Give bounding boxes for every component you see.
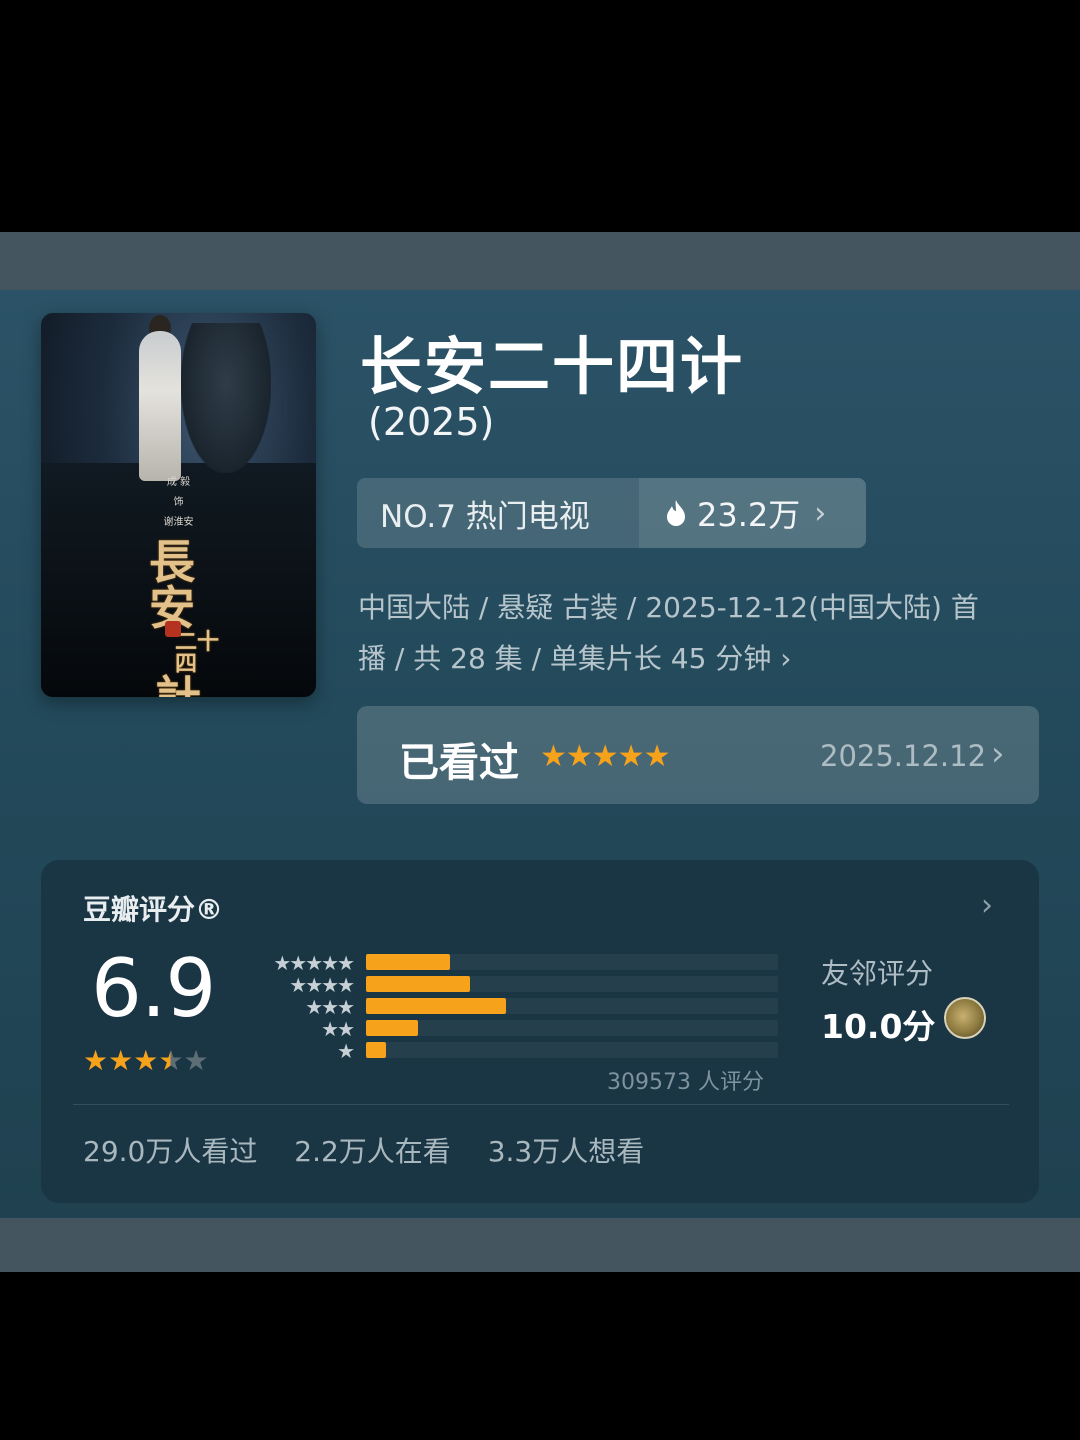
watched-date: 2025.12.12 [820,739,987,773]
poster-image[interactable]: 成 毅 饰 谢淮安 長安 二十四 計 [41,313,316,697]
rank-pill[interactable]: NO.7 热门电视 23.2万 › [357,478,866,548]
star-label-1: ★ [337,1039,355,1063]
rating-stars: ★★★★★ [83,1044,209,1077]
movie-year: (2025) [368,400,495,444]
movie-meta[interactable]: 中国大陆 / 悬疑 古装 / 2025-12-12(中国大陆) 首 播 / 共 … [358,582,1048,684]
bar-1-star [366,1042,386,1058]
bar-5-star [366,954,450,970]
poster-calligraphy: 長安 二十四 計 [149,535,220,697]
rating-score: 6.9 [91,942,216,1035]
chevron-right-icon: › [991,734,1005,774]
watched-status-button[interactable]: 已看过 ★★★★★ 2025.12.12 › [357,706,1039,804]
stat-wish[interactable]: 3.3万人想看 [488,1135,645,1168]
bottom-band [0,1218,1080,1272]
bar-track [366,976,778,992]
poster-figure [139,331,181,481]
bar-track [366,954,778,970]
audience-stats: 29.0万人看过 2.2万人在看 3.3万人想看 [83,1130,672,1170]
stat-watching[interactable]: 2.2万人在看 [294,1135,451,1168]
friends-rating-label: 友邻评分 [821,957,934,990]
chevron-right-icon: › [814,495,827,531]
raters-count: 309573 人评分 [607,1070,764,1095]
flame-icon [667,500,685,526]
star-label-5: ★★★★★ [273,951,355,975]
watched-label: 已看过 [399,740,519,786]
top-band [0,232,1080,290]
star-label-2: ★★ [321,1017,355,1041]
bar-track [366,998,778,1014]
chevron-right-icon[interactable]: › [981,888,993,923]
bar-track [366,1020,778,1036]
friends-rating-score: 10.0分 [821,1007,936,1046]
douban-rating-card[interactable]: 豆瓣评分® › 6.9 ★★★★★ ★★★★★ ★★★★ ★★★ ★★ ★ 30… [41,860,1039,1203]
movie-title: 长安二十四计 [360,330,745,403]
bar-3-star [366,998,506,1014]
my-rating-stars: ★★★★★ [540,739,670,774]
bar-4-star [366,976,470,992]
poster-seal [165,621,181,637]
rating-title: 豆瓣评分® [83,893,224,926]
bar-2-star [366,1020,418,1036]
heat-count[interactable]: 23.2万 › [639,478,866,548]
bar-track [366,1042,778,1058]
rank-label: NO.7 热门电视 [380,498,590,535]
stat-watched[interactable]: 29.0万人看过 [83,1135,257,1168]
divider [73,1104,1009,1105]
distribution-star-labels: ★★★★★ ★★★★ ★★★ ★★ ★ [253,951,355,1063]
poster-credits: 成 毅 饰 谢淮安 [163,477,194,528]
star-label-4: ★★★★ [289,973,355,997]
screen: 成 毅 饰 谢淮安 長安 二十四 計 长安二十四计 (2025) NO.7 热门… [0,0,1080,1440]
rating-distribution-bars [366,954,778,1064]
chevron-right-icon: › [780,642,792,675]
star-label-3: ★★★ [305,995,355,1019]
friend-avatar[interactable] [944,997,986,1039]
